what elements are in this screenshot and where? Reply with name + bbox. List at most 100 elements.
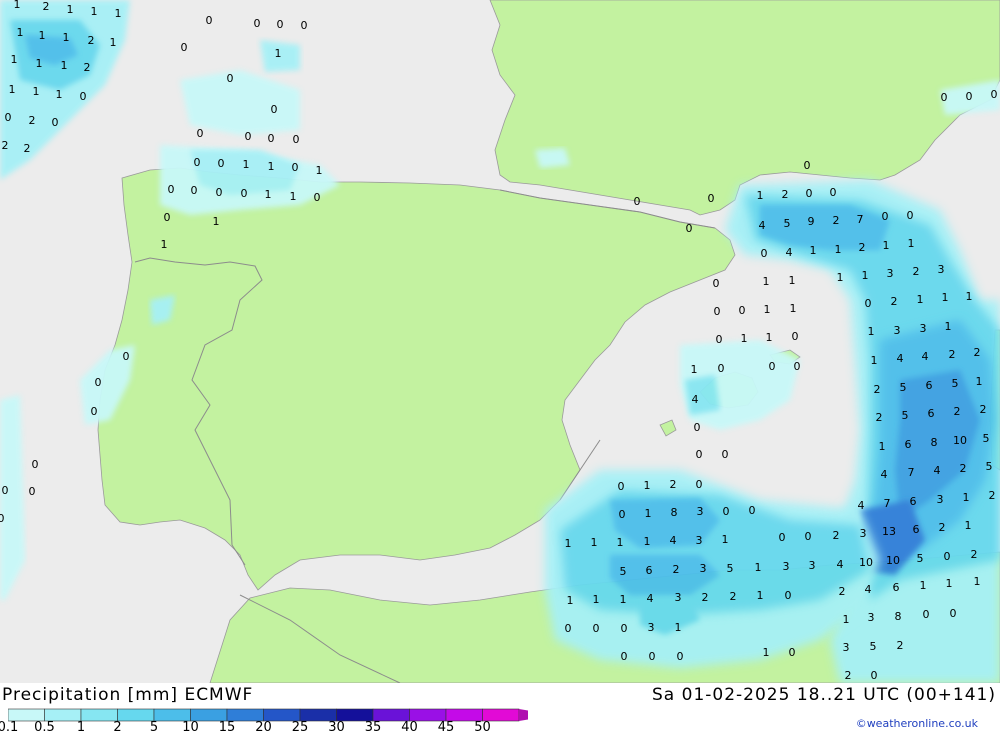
precip-value-label: 1 [763, 275, 770, 288]
precip-value-label: 2 [891, 295, 898, 308]
precip-value-label: 2 [730, 590, 737, 603]
precip-value-label: 0 [723, 505, 730, 518]
precip-value-label: 1 [268, 160, 275, 173]
precip-value-label: 0 [5, 111, 12, 124]
precip-value-label: 5 [952, 377, 959, 390]
precip-value-label: 2 [782, 188, 789, 201]
precip-value-label: 0 [907, 209, 914, 222]
precip-value-label: 0 [227, 72, 234, 85]
precip-value-label: 4 [759, 219, 766, 232]
precip-value-label: 1 [837, 271, 844, 284]
precip-value-label: 5 [784, 217, 791, 230]
precip-value-label: 1 [741, 332, 748, 345]
precip-value-label: 1 [871, 354, 878, 367]
precip-value-label: 0 [2, 484, 9, 497]
precip-value-label: 2 [2, 139, 9, 152]
precip-value-label: 0 [769, 360, 776, 373]
precip-value-label: 2 [29, 114, 36, 127]
precip-value-label: 0 [805, 530, 812, 543]
precip-value-label: 3 [868, 611, 875, 624]
precip-value-label: 5 [917, 552, 924, 565]
precip-value-label: 0 [621, 622, 628, 635]
precip-value-label: 5 [727, 562, 734, 575]
precip-value-label: 0 [739, 304, 746, 317]
precip-value-label: 0 [181, 41, 188, 54]
precip-value-label: 1 [974, 575, 981, 588]
precip-value-label: 2 [874, 383, 881, 396]
precip-value-label: 0 [649, 650, 656, 663]
precip-value-label: 1 [63, 31, 70, 44]
precip-value-label: 1 [567, 594, 574, 607]
precip-value-label: 0 [293, 133, 300, 146]
precip-value-label: 0 [191, 184, 198, 197]
precip-value-label: 1 [17, 26, 24, 39]
precip-value-label: 1 [265, 188, 272, 201]
precip-value-label: 0 [714, 305, 721, 318]
precip-value-label: 0 [722, 448, 729, 461]
precip-value-label: 2 [897, 639, 904, 652]
precip-value-label: 0 [694, 421, 701, 434]
precip-value-label: 4 [897, 352, 904, 365]
precip-value-label: 0 [991, 88, 998, 101]
precip-value-label: 3 [920, 322, 927, 335]
precip-value-label: 3 [783, 560, 790, 573]
precip-value-label: 2 [939, 521, 946, 534]
precip-value-label: 1 [691, 363, 698, 376]
precipitation-map: 1 2 1 1 11 1 1 2 11 1 1 21 1 1 00 2 02 20 0 0 00 1000 0 0 00 0 1 1 0… [0, 0, 1000, 683]
precip-value-label: 0 [966, 90, 973, 103]
precip-value-label: 0 [271, 103, 278, 116]
precip-value-label: 1 [290, 190, 297, 203]
precip-value-label: 7 [884, 497, 891, 510]
precip-value-label: 10 [886, 554, 900, 567]
precip-value-label: 1 [757, 189, 764, 202]
precip-value-label: 0 [789, 646, 796, 659]
precip-value-label: 3 [809, 559, 816, 572]
precip-value-label: 2 [702, 591, 709, 604]
precip-value-label: 3 [894, 324, 901, 337]
precip-value-label: 1 [868, 325, 875, 338]
precip-value-label: 1 [722, 533, 729, 546]
precip-value-label: 1 [843, 613, 850, 626]
precip-value-label: 1 [9, 83, 16, 96]
precip-value-label: 8 [895, 610, 902, 623]
precip-value-label: 4 [865, 583, 872, 596]
precip-value-label: 5 [620, 565, 627, 578]
precip-value-label: 2 [833, 529, 840, 542]
precip-value-label: 4 [858, 499, 865, 512]
precip-value-label: 3 [675, 591, 682, 604]
precip-value-label: 2 [845, 669, 852, 682]
precip-value-label: 0 [194, 156, 201, 169]
precip-value-label: 0 [314, 191, 321, 204]
precip-value-label: 3 [700, 562, 707, 575]
precip-value-label: 0 [619, 508, 626, 521]
precip-value-label: 5 [986, 460, 993, 473]
precip-value-label: 0 [923, 608, 930, 621]
precip-value-label: 0 [779, 531, 786, 544]
precip-value-label: 1 [789, 274, 796, 287]
precip-value-label: 1 [966, 290, 973, 303]
precip-value-label: 13 [882, 525, 896, 538]
precip-value-label: 1 [945, 320, 952, 333]
precip-value-label: 0 [254, 17, 261, 30]
precip-value-label: 1 [91, 5, 98, 18]
precip-value-label: 2 [88, 34, 95, 47]
precip-value-label: 2 [670, 478, 677, 491]
precip-value-label: 6 [646, 564, 653, 577]
precip-value-label: 1 [36, 57, 43, 70]
precip-value-label: 7 [908, 466, 915, 479]
precip-value-label: 0 [941, 91, 948, 104]
precip-value-label: 2 [876, 411, 883, 424]
precip-value-label: 0 [830, 186, 837, 199]
precip-value-label: 0 [716, 333, 723, 346]
precip-value-label: 6 [893, 581, 900, 594]
precip-value-label: 2 [960, 462, 967, 475]
precip-value-label: 2 [839, 585, 846, 598]
precip-value-label: 4 [786, 246, 793, 259]
precip-value-label: 0 [565, 622, 572, 635]
precip-value-label: 0 [0, 512, 5, 525]
precip-value-label: 5 [902, 409, 909, 422]
precip-value-label: 1 [11, 53, 18, 66]
precip-value-label: 0 [749, 504, 756, 517]
precip-value-label: 1 [835, 243, 842, 256]
credit-link[interactable]: ©weatheronline.co.uk [856, 717, 978, 730]
